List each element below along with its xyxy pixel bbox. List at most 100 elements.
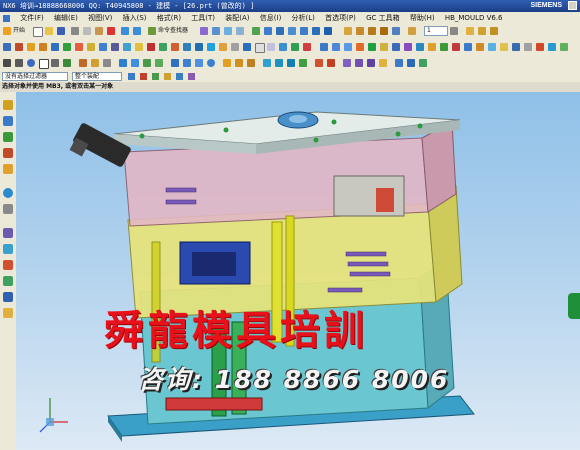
wcs-icon[interactable]: [392, 27, 400, 35]
redo-icon[interactable]: [133, 27, 141, 35]
zoom-icon[interactable]: [212, 27, 220, 35]
new-file-icon[interactable]: [33, 27, 43, 37]
offset-curve-icon[interactable]: [79, 59, 87, 67]
menu-view[interactable]: 视图(V): [88, 14, 112, 22]
boss-icon[interactable]: [155, 59, 163, 67]
menu-insert[interactable]: 插入(S): [123, 14, 147, 22]
hb-mould-j-icon[interactable]: [428, 43, 436, 51]
block-icon[interactable]: [171, 59, 179, 67]
system-scenes-icon[interactable]: [3, 292, 13, 302]
family-mold-icon[interactable]: [75, 43, 83, 51]
layer-settings-icon[interactable]: [344, 27, 352, 35]
hb-mould-q-icon[interactable]: [512, 43, 520, 51]
hb-mould-m-icon[interactable]: [464, 43, 472, 51]
mirror-icon[interactable]: [315, 59, 323, 67]
measure-body-icon[interactable]: [490, 27, 498, 35]
pan-icon[interactable]: [236, 27, 244, 35]
work-layer-icon[interactable]: [408, 27, 416, 35]
view-manager-icon[interactable]: [291, 43, 299, 51]
delete-files-icon[interactable]: [303, 43, 311, 51]
hb-mould-u-icon[interactable]: [560, 43, 568, 51]
cavity-layout-icon[interactable]: [63, 43, 71, 51]
web-browser-icon[interactable]: [3, 188, 13, 198]
selection-scope-select[interactable]: 整个装配: [72, 72, 122, 81]
manufacturing-wizard-icon[interactable]: [3, 260, 13, 270]
close-window-button[interactable]: [568, 1, 577, 10]
electrode-icon[interactable]: [219, 43, 227, 51]
process-studio-icon[interactable]: [3, 244, 13, 254]
graphics-window[interactable]: 舜龍模具培訓 咨询: 188 8866 8006: [16, 92, 580, 450]
menu-gc-toolbox[interactable]: GC 工具箱: [366, 14, 400, 22]
undo-icon[interactable]: [121, 27, 129, 35]
revolve-icon[interactable]: [131, 59, 139, 67]
save-icon[interactable]: [57, 27, 65, 35]
app-menu-icon[interactable]: [3, 14, 10, 22]
sphere-icon[interactable]: [207, 59, 215, 67]
assembly-navigator-icon[interactable]: [3, 100, 13, 110]
menu-assembly[interactable]: 装配(A): [225, 14, 249, 22]
hb-mould-a-icon[interactable]: [320, 43, 328, 51]
hb-mould-f-icon[interactable]: [380, 43, 388, 51]
hb-mould-d-icon[interactable]: [356, 43, 364, 51]
hb-mould-o-icon[interactable]: [488, 43, 496, 51]
pattern-icon[interactable]: [327, 59, 335, 67]
slide-lifter-icon[interactable]: [159, 43, 167, 51]
hb-mould-i-icon[interactable]: [416, 43, 424, 51]
command-finder-label[interactable]: 命令查找器: [158, 26, 188, 36]
hb-mould-t-icon[interactable]: [548, 43, 556, 51]
hb-mould-k-icon[interactable]: [440, 43, 448, 51]
hd3d-tools-icon[interactable]: [3, 164, 13, 174]
cone-icon[interactable]: [195, 59, 203, 67]
hb-mould-n-icon[interactable]: [476, 43, 484, 51]
hb-mould-s-icon[interactable]: [536, 43, 544, 51]
cooling-icon[interactable]: [207, 43, 215, 51]
layer-visibility-icon[interactable]: [356, 27, 364, 35]
offset-face-icon[interactable]: [343, 59, 351, 67]
sew-icon[interactable]: [395, 59, 403, 67]
unite-icon[interactable]: [223, 59, 231, 67]
right-view-icon[interactable]: [312, 27, 320, 35]
rectangle-icon[interactable]: [39, 59, 49, 69]
hb-mould-e-icon[interactable]: [368, 43, 376, 51]
menu-edit[interactable]: 编辑(E): [54, 14, 78, 22]
thicken-icon[interactable]: [419, 59, 427, 67]
cube-view-icon[interactable]: [324, 27, 332, 35]
mold-base-icon[interactable]: [111, 43, 119, 51]
hb-mould-h-icon[interactable]: [404, 43, 412, 51]
selection-filter-select[interactable]: 没有选择过滤器: [2, 72, 68, 81]
point-icon[interactable]: [103, 59, 111, 67]
delete-icon[interactable]: [107, 27, 115, 35]
extrude-icon[interactable]: [119, 59, 127, 67]
edge-blend-icon[interactable]: [263, 59, 271, 67]
parting-icon[interactable]: [99, 43, 107, 51]
menu-hb-mould[interactable]: HB_MOULD V6.6: [445, 14, 503, 22]
measure-angle-icon[interactable]: [478, 27, 486, 35]
workpiece-icon[interactable]: [51, 43, 59, 51]
trim-body-icon[interactable]: [367, 59, 375, 67]
cavity-icon[interactable]: [243, 43, 251, 51]
trim-curve-icon[interactable]: [91, 59, 99, 67]
subtract-icon[interactable]: [235, 59, 243, 67]
rotate-icon[interactable]: [224, 27, 232, 35]
extract-icon[interactable]: [407, 59, 415, 67]
gate-icon[interactable]: [183, 43, 191, 51]
line-icon[interactable]: [3, 59, 11, 67]
copy-to-layer-icon[interactable]: [380, 27, 388, 35]
palettes-icon[interactable]: [3, 308, 13, 318]
roles-icon[interactable]: [3, 276, 13, 286]
menu-tools[interactable]: 工具(T): [191, 14, 215, 22]
drawing-icon[interactable]: [267, 43, 275, 51]
mold-tools-icon[interactable]: [87, 43, 95, 51]
split-body-icon[interactable]: [379, 59, 387, 67]
mold-wizard-icon[interactable]: [3, 43, 11, 51]
wireframe-view-icon[interactable]: [264, 27, 272, 35]
help-tab[interactable]: [568, 293, 580, 319]
chamfer-icon[interactable]: [275, 59, 283, 67]
snap-center-icon[interactable]: [164, 73, 171, 80]
move-to-layer-icon[interactable]: [368, 27, 376, 35]
mold-csys-icon[interactable]: [27, 43, 35, 51]
view-fit-icon[interactable]: [200, 27, 208, 35]
snap-midpoint-icon[interactable]: [152, 73, 159, 80]
menu-analysis[interactable]: 分析(L): [292, 14, 315, 22]
cylinder-icon[interactable]: [183, 59, 191, 67]
